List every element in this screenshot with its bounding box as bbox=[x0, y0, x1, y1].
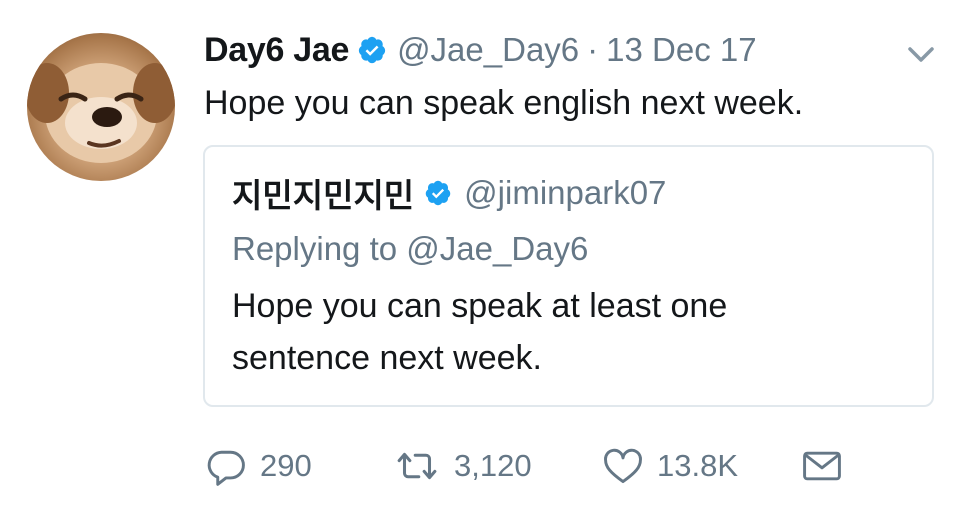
envelope-icon bbox=[800, 444, 844, 488]
author-display-name[interactable]: Day6 Jae bbox=[204, 31, 349, 70]
tweet-date[interactable]: 13 Dec 17 bbox=[606, 31, 756, 69]
like-count: 13.8K bbox=[657, 448, 739, 483]
like-button[interactable]: 13.8K bbox=[601, 443, 738, 489]
verified-badge-icon bbox=[357, 35, 387, 65]
separator-dot: · bbox=[587, 31, 599, 68]
reply-button[interactable]: 290 bbox=[204, 443, 312, 489]
replying-to-label: Replying to @Jae_Day6 bbox=[232, 230, 589, 267]
tweet-header: Day6 Jae @Jae_Day6 · 13 Dec 17 bbox=[204, 26, 757, 74]
verified-badge-icon bbox=[424, 179, 452, 207]
chevron-down-icon[interactable] bbox=[904, 42, 938, 66]
retweet-button[interactable]: 3,120 bbox=[392, 443, 532, 489]
quoted-tweet-header: 지민지민지민 @jiminpark07 bbox=[232, 172, 666, 214]
quoted-author-display-name: 지민지민지민 bbox=[232, 177, 415, 214]
retweet-icon bbox=[392, 444, 442, 488]
retweet-count: 3,120 bbox=[454, 448, 532, 483]
reply-count: 290 bbox=[260, 448, 312, 483]
quoted-tweet-text: Hope you can speak at least one sentence… bbox=[232, 280, 727, 384]
quoted-author-handle: @jiminpark07 bbox=[464, 174, 667, 211]
dog-avatar-image bbox=[27, 63, 175, 163]
quoted-tweet-text-line: Hope you can speak at least one bbox=[232, 287, 728, 325]
tweet-actions: 290 3,120 13.8K bbox=[0, 443, 960, 489]
quoted-tweet-text-line: sentence next week. bbox=[232, 339, 542, 377]
tweet-text: Hope you can speak english next week. bbox=[204, 84, 804, 122]
quoted-tweet[interactable]: 지민지민지민 @jiminpark07 Replying to @Jae_Day… bbox=[203, 145, 934, 407]
author-handle[interactable]: @Jae_Day6 bbox=[397, 31, 579, 69]
heart-icon bbox=[601, 444, 645, 488]
avatar[interactable] bbox=[27, 33, 175, 181]
direct-message-button[interactable] bbox=[800, 443, 844, 489]
reply-icon bbox=[204, 444, 248, 488]
